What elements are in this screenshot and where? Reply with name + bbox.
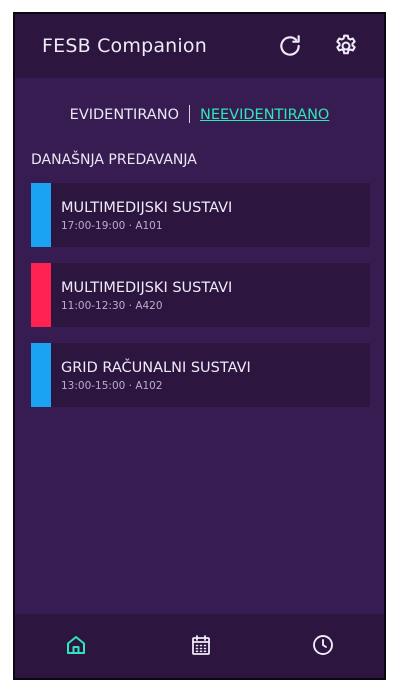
lecture-meta: 11:00-12:30 · A420 [61, 300, 163, 312]
lecture-meta: 17:00-19:00 · A101 [61, 220, 163, 232]
calendar-icon[interactable] [189, 633, 213, 657]
filter-divider [189, 105, 190, 123]
record-filter: EVIDENTIRANO NEEVIDENTIRANO [15, 105, 384, 123]
lecture-card[interactable]: GRID RAČUNALNI SUSTAVI 13:00-15:00 · A10… [31, 343, 370, 407]
lecture-name: MULTIMEDIJSKI SUSTAVI [61, 280, 233, 296]
filter-recorded[interactable]: EVIDENTIRANO [70, 107, 179, 123]
lecture-color-bar [31, 263, 51, 327]
lecture-card[interactable]: MULTIMEDIJSKI SUSTAVI 17:00-19:00 · A101 [31, 183, 370, 247]
gear-icon[interactable] [333, 33, 359, 59]
lecture-color-bar [31, 183, 51, 247]
lecture-color-bar [31, 343, 51, 407]
bottom-navigation [15, 614, 384, 678]
clock-icon[interactable] [311, 633, 335, 657]
lecture-card[interactable]: MULTIMEDIJSKI SUSTAVI 11:00-12:30 · A420 [31, 263, 370, 327]
lecture-name: MULTIMEDIJSKI SUSTAVI [61, 200, 233, 216]
app-bar: FESB Companion [15, 14, 384, 78]
app-title: FESB Companion [42, 35, 207, 57]
lecture-meta: 13:00-15:00 · A102 [61, 380, 163, 392]
phone-screen: FESB Companion EVIDENTIRANO NEEVIDENTIRAN… [13, 12, 386, 680]
home-icon[interactable] [64, 633, 88, 657]
refresh-icon[interactable] [277, 33, 303, 59]
section-title: DANAŠNJA PREDAVANJA [31, 152, 197, 168]
lecture-name: GRID RAČUNALNI SUSTAVI [61, 360, 251, 376]
filter-unrecorded[interactable]: NEEVIDENTIRANO [200, 107, 329, 123]
